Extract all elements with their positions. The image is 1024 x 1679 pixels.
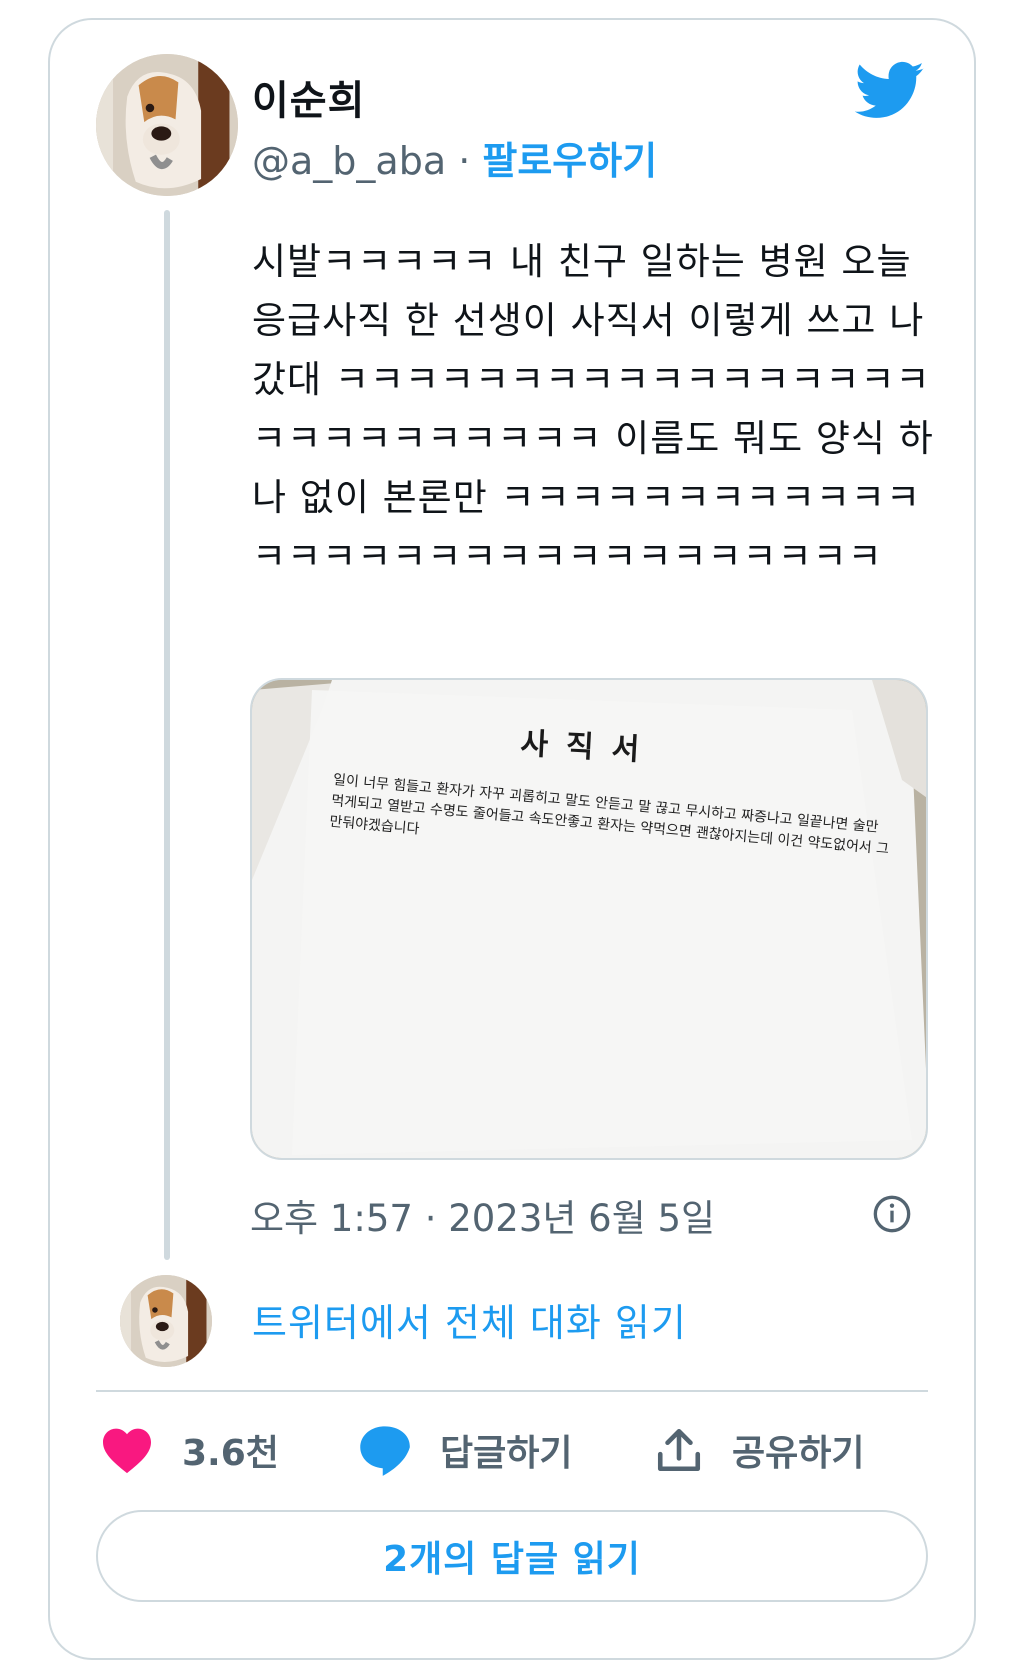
reply-label: 답글하기 (440, 1433, 573, 1474)
author-handle[interactable]: @a_b_aba (252, 139, 446, 183)
author-avatar[interactable] (96, 54, 238, 196)
tweet-photo[interactable]: 사직서 일이 너무 힘들고 환자가 자꾸 괴롭히고 말도 안듣고 말 끊고 무시… (250, 678, 928, 1160)
like-button[interactable]: 3.6천 (100, 1420, 279, 1480)
share-button[interactable]: 공유하기 (654, 1420, 864, 1480)
tweet-text: 시발ㅋㅋㅋㅋㅋ 내 친구 일하는 병원 오늘 응급사직 한 선생이 사직서 이렇… (252, 240, 934, 578)
author-handle-row: @a_b_aba · 팔로우하기 (252, 130, 657, 185)
speech-bubble-icon (360, 1426, 410, 1476)
actions-divider (96, 1390, 928, 1392)
thread-connector-line (164, 210, 170, 1260)
reply-button[interactable]: 답글하기 (358, 1420, 572, 1480)
conversation-avatar[interactable] (120, 1275, 212, 1367)
read-full-conversation-link[interactable]: 트위터에서 전체 대화 읽기 (252, 1292, 687, 1347)
follow-button[interactable]: 팔로우하기 (482, 139, 657, 183)
author-display-name[interactable]: 이순희 (252, 68, 365, 126)
twitter-bird-icon[interactable] (855, 60, 925, 122)
like-count: 3.6천 (182, 1433, 279, 1474)
dog-avatar-image-small (120, 1275, 212, 1367)
dog-avatar-image (96, 54, 238, 196)
handle-separator: · (458, 139, 471, 183)
share-label: 공유하기 (732, 1433, 865, 1474)
read-replies-button[interactable]: 2개의 답글 읽기 (96, 1510, 928, 1602)
share-upload-icon (657, 1428, 701, 1472)
heart-icon (103, 1428, 151, 1474)
info-icon[interactable] (872, 1194, 912, 1234)
tweet-timestamp[interactable]: 오후 1:57 · 2023년 6월 5일 (250, 1188, 715, 1242)
